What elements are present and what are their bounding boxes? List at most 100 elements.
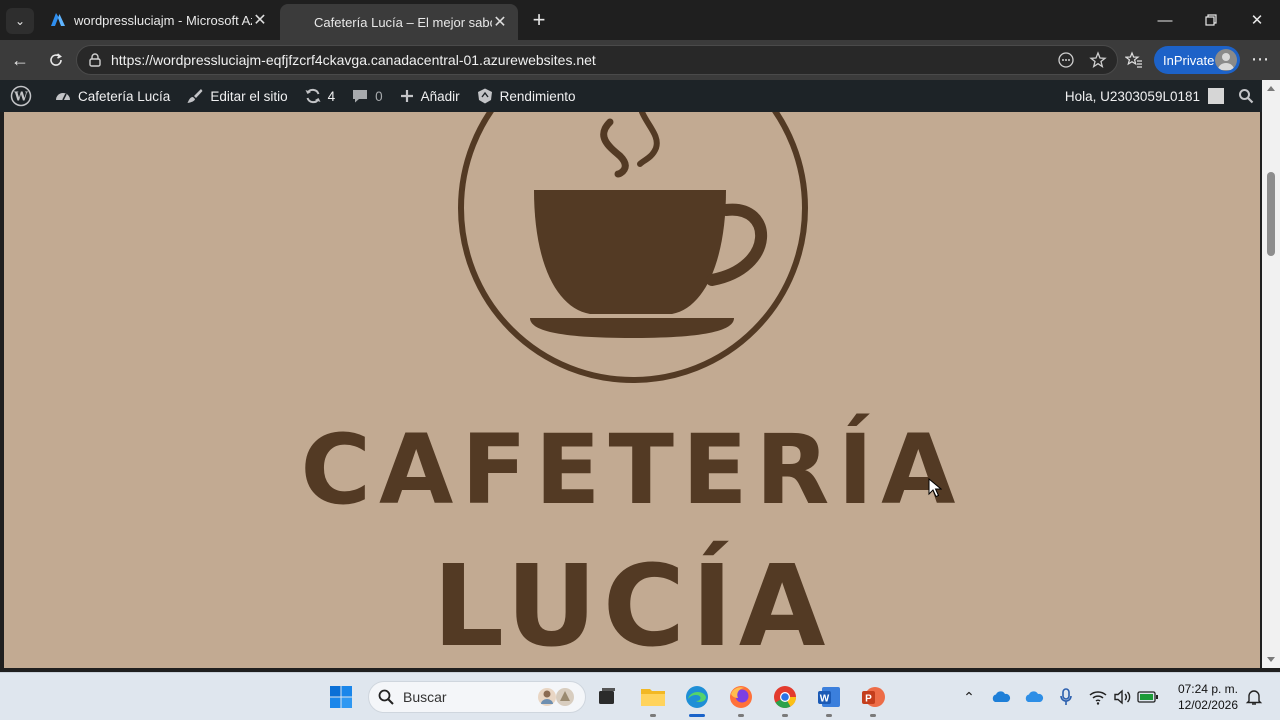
tab-title: wordpressluciajm - Microsoft Azure xyxy=(74,12,252,28)
windows-icon xyxy=(330,686,352,708)
search-icon[interactable] xyxy=(1238,88,1254,104)
scroll-up-icon[interactable] xyxy=(1266,84,1276,92)
logo-text-line1: CAFETERÍA xyxy=(300,414,964,526)
brush-icon xyxy=(187,89,203,103)
scroll-down-icon[interactable] xyxy=(1266,656,1276,664)
battery-icon xyxy=(1137,691,1158,703)
onedrive-icon xyxy=(992,691,1011,702)
taskbar-edge[interactable] xyxy=(681,681,713,717)
refresh-icon xyxy=(50,53,62,66)
wp-add-new[interactable]: Añadir xyxy=(391,80,468,112)
taskbar-word[interactable]: W xyxy=(813,681,845,717)
clock-time: 07:24 p. m. xyxy=(1177,682,1238,696)
back-button[interactable]: ← xyxy=(6,46,34,74)
start-button[interactable] xyxy=(325,681,357,713)
minimize-icon: — xyxy=(1157,11,1173,29)
page-scrollbar[interactable] xyxy=(1262,80,1280,668)
new-tab-button[interactable]: + xyxy=(526,8,552,34)
tray-notifications[interactable] xyxy=(1242,685,1266,709)
close-icon[interactable]: ✕ xyxy=(252,10,268,30)
tab-azure[interactable]: wordpressluciajm - Microsoft Azure ✕ xyxy=(40,4,278,36)
tray-onedrive-2[interactable] xyxy=(1022,685,1046,709)
refresh-button[interactable] xyxy=(42,46,70,74)
wp-comments[interactable]: 0 xyxy=(343,80,391,112)
scroll-thumb[interactable] xyxy=(1267,172,1275,256)
search-placeholder: Buscar xyxy=(403,689,447,705)
running-indicator xyxy=(650,714,656,717)
azure-icon xyxy=(51,13,65,26)
close-window-button[interactable]: ✕ xyxy=(1234,0,1280,40)
address-bar[interactable]: https://wordpressluciajm-eqfjfzcrf4ckavg… xyxy=(76,45,1118,75)
page-content: CAFETERÍA LUCÍA xyxy=(4,112,1260,668)
search-highlight-icon xyxy=(538,688,574,706)
browser-toolbar: ← https://wordpressluciajm-eqfjfzcrf4cka… xyxy=(0,40,1280,80)
updates-count: 4 xyxy=(327,88,336,104)
taskbar-task-view[interactable] xyxy=(591,681,623,713)
powerpoint-icon: P xyxy=(862,687,885,707)
running-indicator xyxy=(870,714,876,717)
tray-overflow-button[interactable]: ⌃ xyxy=(957,685,981,709)
wp-logo-button[interactable]: W xyxy=(0,80,46,112)
wp-admin-bar: W Cafetería Lucía Editar el sitio 4 0 Añ… xyxy=(0,80,1262,112)
tray-wifi[interactable] xyxy=(1086,685,1110,709)
star-icon[interactable] xyxy=(1085,47,1111,73)
comments-count: 0 xyxy=(375,88,383,104)
url-text[interactable]: https://wordpressluciajm-eqfjfzcrf4ckavg… xyxy=(111,52,1053,68)
wp-performance[interactable]: Rendimiento xyxy=(468,80,584,112)
folder-icon xyxy=(641,689,665,706)
volume-icon xyxy=(1114,689,1131,705)
logo-text-line2: LUCÍA xyxy=(432,542,832,668)
settings-more-button[interactable]: ⋯ xyxy=(1248,46,1272,74)
arrow-left-icon: ← xyxy=(11,49,29,70)
taskbar-clock[interactable]: 07:24 p. m. 12/02/2026 xyxy=(1168,681,1238,713)
close-icon[interactable]: ✕ xyxy=(492,12,508,32)
running-indicator xyxy=(782,714,788,717)
minimize-button[interactable]: — xyxy=(1142,0,1188,40)
tray-battery[interactable] xyxy=(1136,685,1160,709)
wp-site-name[interactable]: Cafetería Lucía xyxy=(46,80,178,112)
firefox-icon xyxy=(730,686,752,708)
edit-site-label: Editar el sitio xyxy=(210,88,288,104)
taskbar-firefox[interactable] xyxy=(725,681,757,717)
avatar[interactable] xyxy=(1208,88,1224,104)
close-icon: ✕ xyxy=(1250,12,1264,29)
chevron-down-icon: ⌄ xyxy=(14,14,26,28)
performance-label: Rendimiento xyxy=(499,88,576,104)
taskbar-file-explorer[interactable] xyxy=(637,681,669,717)
favorites-button[interactable] xyxy=(1120,46,1148,74)
wp-account: Hola, U2303059L0181 xyxy=(1065,80,1262,112)
wp-edit-site[interactable]: Editar el sitio xyxy=(178,80,295,112)
tab-cafeteria[interactable]: Cafetería Lucía – El mejor sabor para tu… xyxy=(280,4,518,40)
tab-actions-button[interactable]: ⌄ xyxy=(6,8,34,34)
inprivate-badge[interactable]: InPrivate xyxy=(1154,46,1240,74)
plus-icon xyxy=(400,90,413,102)
wp-updates[interactable]: 4 xyxy=(296,80,344,112)
taskbar-search[interactable]: Buscar xyxy=(368,681,586,713)
edge-icon xyxy=(686,686,708,708)
taskbar-chrome[interactable] xyxy=(769,681,801,717)
tray-volume[interactable] xyxy=(1110,685,1134,709)
chevron-up-icon: ⌃ xyxy=(963,688,975,705)
restore-button[interactable] xyxy=(1188,0,1234,40)
favorites-icon xyxy=(1125,51,1142,68)
cloud-icon xyxy=(1025,691,1044,702)
tab-strip: ⌄ wordpressluciajm - Microsoft Azure ✕ C… xyxy=(0,0,1280,40)
tray-microphone[interactable] xyxy=(1054,685,1078,709)
user-greeting[interactable]: Hola, U2303059L0181 xyxy=(1065,89,1200,104)
inprivate-label: InPrivate xyxy=(1163,52,1215,68)
taskbar-powerpoint[interactable]: P xyxy=(857,681,889,717)
updates-icon xyxy=(305,88,321,104)
task-view-icon xyxy=(599,688,615,704)
plus-icon: + xyxy=(532,7,546,32)
dashboard-icon xyxy=(56,93,70,101)
svg-text:W: W xyxy=(820,694,830,705)
restore-icon xyxy=(1205,14,1217,26)
tray-onedrive[interactable] xyxy=(989,685,1013,709)
wifi-icon xyxy=(1089,691,1107,705)
page-actions-icon[interactable] xyxy=(1053,47,1079,73)
site-favicon-icon xyxy=(290,14,306,30)
active-indicator xyxy=(689,714,705,717)
svg-text:P: P xyxy=(865,694,872,705)
coffee-cup-logo xyxy=(458,112,808,383)
comment-icon xyxy=(353,90,368,103)
